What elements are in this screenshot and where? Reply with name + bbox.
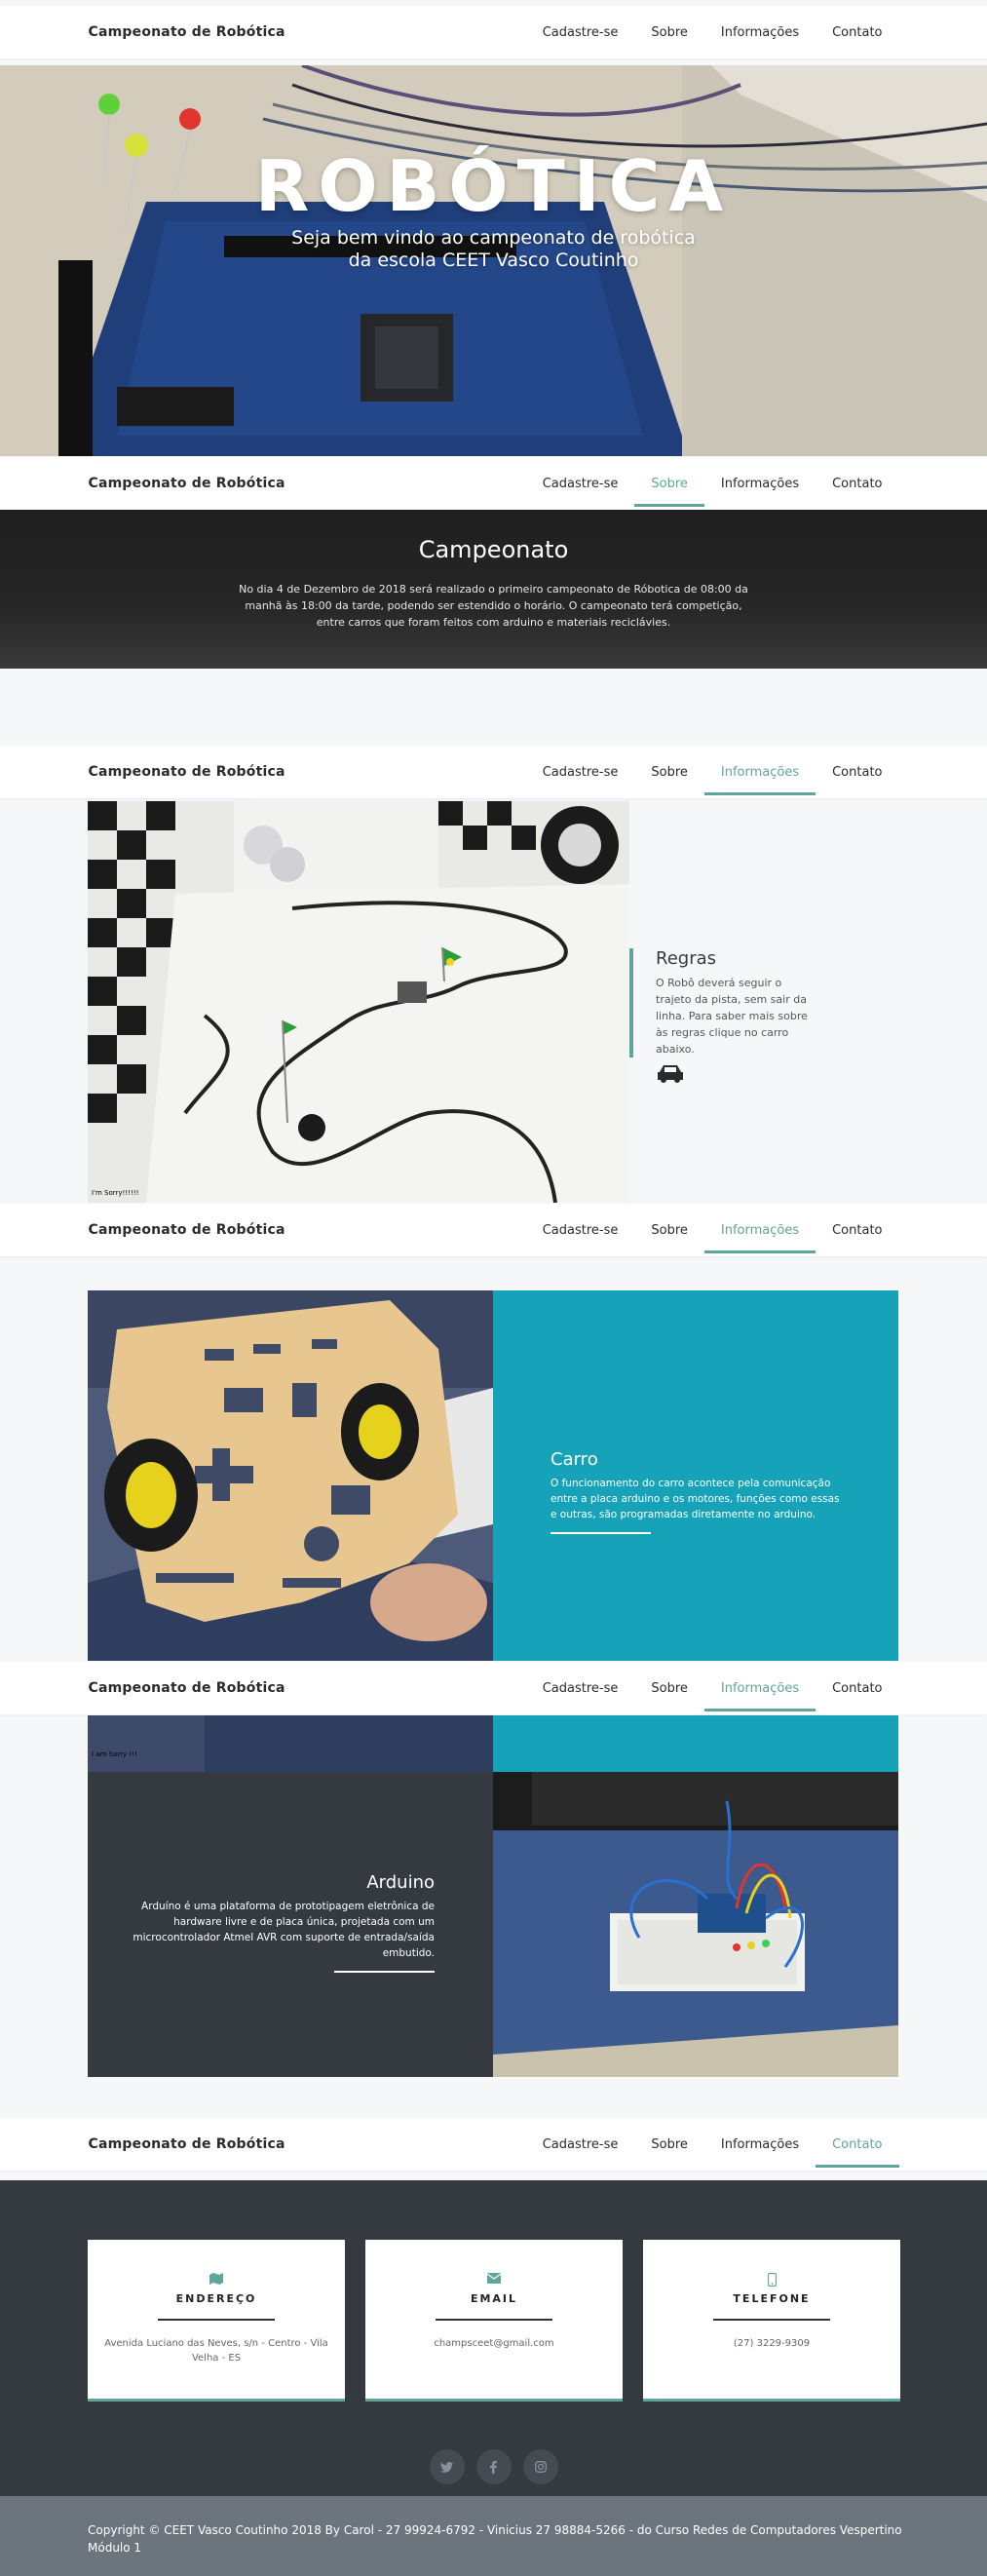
car-icon[interactable]	[656, 1063, 811, 1087]
phone-title: TELEFONE	[733, 2292, 811, 2305]
navbar-info-3: Campeonato de Robótica Cadastre-se Sobre…	[0, 1662, 987, 1714]
nav-contact[interactable]: Contato	[816, 2118, 899, 2171]
phone-text[interactable]: (27) 3229-9309	[655, 2336, 889, 2351]
mobile-phone-icon	[643, 2273, 900, 2287]
brand-link[interactable]: Campeonato de Robótica	[89, 24, 285, 40]
about-title: Campeonato	[418, 536, 569, 563]
nav-info[interactable]: Informações	[704, 457, 816, 510]
arduino-title: Arduino	[366, 1872, 435, 1893]
hero-title: ROBÓTICA	[254, 145, 733, 227]
nav-contact[interactable]: Contato	[816, 1662, 898, 1714]
navbar-info-2: Campeonato de Robótica Cadastre-se Sobre…	[0, 1204, 987, 1256]
carro-panel: Carro O funcionamento do carro acontece …	[493, 1290, 898, 1661]
rules-text: O Robô deverá seguir o trajeto da pista,…	[656, 977, 808, 1056]
hero-subtitle-line-2: da escola CEET Vasco Coutinho	[348, 250, 639, 271]
arduino-divider	[334, 1971, 435, 1973]
rules-block: Regras O Robô deverá seguir o trajeto da…	[629, 948, 811, 1083]
facebook-icon[interactable]	[475, 2449, 512, 2484]
nav-contact[interactable]: Contato	[816, 6, 898, 58]
arduino-breadboard-photo	[493, 1772, 898, 2077]
navbar-contact: Campeonato de Robótica Cadastre-se Sobre…	[0, 2118, 987, 2171]
nav-info[interactable]: Informações	[703, 1662, 816, 1714]
brand-link[interactable]: Campeonato de Robótica	[89, 2136, 285, 2152]
rules-title: Regras	[656, 948, 717, 969]
nav-about[interactable]: Sobre	[634, 457, 704, 510]
contact-section: ENDEREÇO Avenida Luciano das Neves, s/n …	[0, 2180, 987, 2496]
nav-info[interactable]: Informações	[703, 746, 816, 798]
arduino-panel: Arduino Arduíno é uma plataforma de prot…	[88, 1772, 493, 2077]
car-chassis-photo	[88, 1290, 493, 1661]
envelope-icon	[365, 2273, 623, 2287]
nav-info[interactable]: Informações	[703, 1204, 816, 1256]
brand-link[interactable]: Campeonato de Robótica	[89, 1222, 285, 1238]
nav-about[interactable]: Sobre	[634, 2118, 704, 2171]
nav-signup[interactable]: Cadastre-se	[526, 1204, 635, 1256]
address-text: Avenida Luciano das Neves, s/n - Centro …	[104, 2338, 328, 2364]
navbar-info-1: Campeonato de Robótica Cadastre-se Sobre…	[0, 746, 987, 798]
email-title: EMAIL	[470, 2292, 518, 2305]
nav-signup[interactable]: Cadastre-se	[526, 6, 635, 58]
address-divider	[158, 2319, 275, 2321]
phone-card: TELEFONE (27) 3229-9309	[643, 2240, 900, 2402]
nav-about[interactable]: Sobre	[634, 746, 704, 798]
social-links	[0, 2449, 987, 2484]
chassis-photo-caption: I am Sorry !!!	[92, 1750, 137, 1758]
navbar-top: Campeonato de Robótica Cadastre-se Sobre…	[0, 6, 987, 58]
hero-section: ROBÓTICA Seja bem vindo ao campeonato de…	[0, 65, 987, 456]
carro-divider	[550, 1532, 651, 1534]
phone-divider	[713, 2319, 830, 2321]
about-text: No dia 4 de Dezembro de 2018 será realiz…	[239, 583, 748, 629]
track-photo-caption: I'm Sorry!!!!!!	[92, 1189, 139, 1197]
nav-signup[interactable]: Cadastre-se	[526, 2118, 635, 2171]
twitter-icon[interactable]	[429, 2449, 465, 2484]
nav-about[interactable]: Sobre	[634, 1662, 704, 1714]
about-section: Campeonato No dia 4 de Dezembro de 2018 …	[0, 510, 987, 669]
arduino-text: Arduíno é uma plataforma de prototipagem…	[133, 1901, 435, 1959]
map-icon	[88, 2273, 345, 2287]
address-card: ENDEREÇO Avenida Luciano das Neves, s/n …	[88, 2240, 345, 2402]
nav-contact[interactable]: Contato	[816, 746, 898, 798]
chassis-photo-bottom: I am Sorry !!!	[88, 1715, 493, 1772]
nav-about[interactable]: Sobre	[634, 1204, 704, 1256]
nav-contact[interactable]: Contato	[816, 457, 898, 510]
nav-signup[interactable]: Cadastre-se	[526, 746, 635, 798]
brand-link[interactable]: Campeonato de Robótica	[89, 476, 285, 491]
email-divider	[436, 2319, 552, 2321]
footer: Copyright © CEET Vasco Coutinho 2018 By …	[0, 2496, 987, 2576]
brand-link[interactable]: Campeonato de Robótica	[89, 1680, 285, 1696]
email-card: EMAIL champsceet@gmail.com	[365, 2240, 623, 2402]
nav-contact[interactable]: Contato	[816, 1204, 898, 1256]
track-photo: I'm Sorry!!!!!!	[88, 801, 629, 1203]
address-title: ENDEREÇO	[175, 2292, 257, 2305]
brand-link[interactable]: Campeonato de Robótica	[89, 764, 285, 780]
instagram-icon[interactable]	[522, 2449, 558, 2484]
nav-info[interactable]: Informações	[704, 6, 816, 58]
carro-text: O funcionamento do carro acontece pela c…	[550, 1478, 840, 1520]
carro-title: Carro	[550, 1449, 598, 1470]
nav-signup[interactable]: Cadastre-se	[526, 1662, 635, 1714]
carro-panel-bottom	[493, 1715, 898, 1772]
hero-subtitle: Seja bem vindo ao campeonato de robótica…	[0, 227, 987, 272]
nav-about[interactable]: Sobre	[634, 6, 704, 58]
hero-subtitle-line-1: Seja bem vindo ao campeonato de robótica	[291, 227, 696, 249]
nav-info[interactable]: Informações	[704, 2118, 816, 2171]
nav-signup[interactable]: Cadastre-se	[526, 457, 635, 510]
navbar-about: Campeonato de Robótica Cadastre-se Sobre…	[0, 457, 987, 510]
footer-copyright: Copyright © CEET Vasco Coutinho 2018 By …	[88, 2523, 902, 2555]
email-text[interactable]: champsceet@gmail.com	[377, 2336, 611, 2351]
